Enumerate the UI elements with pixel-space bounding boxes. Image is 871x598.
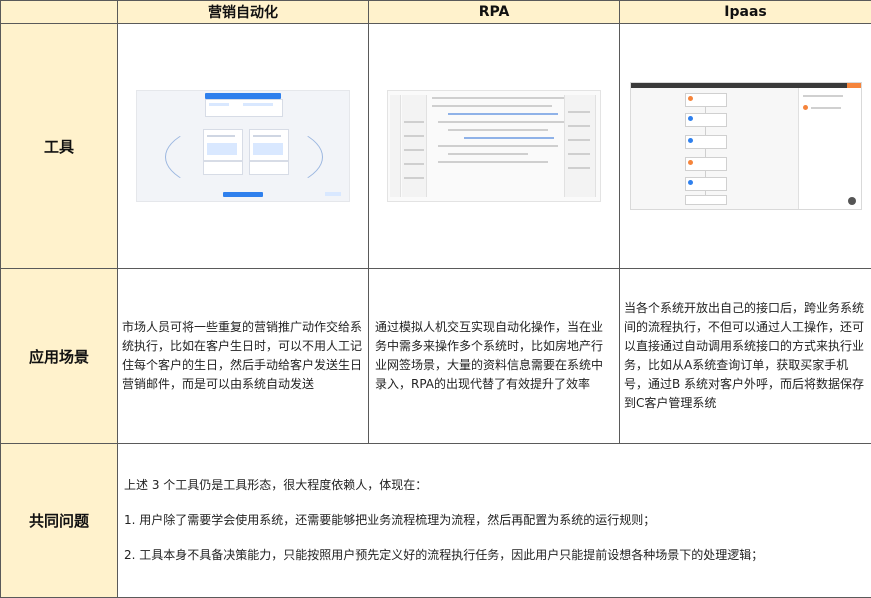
common-intro: 上述 3 个工具仍是工具形态，很大程度依赖人，体现在： (124, 478, 428, 492)
header-ipaas: Ipaas (619, 0, 871, 24)
ipaas-screenshot-cell (619, 23, 871, 269)
rpa-scenario: 通过模拟人机交互实现自动化操作，当在业务中需多来操作多个系统时，比如房地产行业网… (368, 268, 620, 444)
header-marketing-automation: 营销自动化 (117, 0, 369, 24)
row-label-common-issues: 共同问题 (0, 443, 118, 598)
common-issues: 上述 3 个工具仍是工具形态，很大程度依赖人，体现在： 1. 用户除了需要学会使… (117, 443, 871, 598)
ipaas-scenario-text: 当各个系统开放出自己的接口后，跨业务系统间的流程执行，不但可以通过人工操作，还可… (624, 301, 865, 410)
row-label-tools: 工具 (0, 23, 118, 269)
comparison-table: 营销自动化 RPA Ipaas 工具 应用场景 市场人员可将一些重复的营销推广动… (0, 0, 871, 598)
header-rpa: RPA (368, 0, 620, 24)
marketing-automation-screenshot (136, 90, 350, 202)
rpa-screenshot (387, 90, 601, 202)
rpa-screenshot-cell (368, 23, 620, 269)
ipaas-scenario: 当各个系统开放出自己的接口后，跨业务系统间的流程执行，不但可以通过人工操作，还可… (619, 268, 871, 444)
header-corner (0, 0, 118, 24)
ipaas-screenshot (629, 82, 862, 210)
row-label-scenarios: 应用场景 (0, 268, 118, 444)
common-point-2: 2. 工具本身不具备决策能力，只能按照用户预先定义好的流程执行任务，因此用户只能… (124, 548, 764, 562)
marketing-automation-screenshot-cell (117, 23, 369, 269)
marketing-automation-scenario: 市场人员可将一些重复的营销推广动作交给系统执行，比如在客户生日时，可以不用人工记… (117, 268, 369, 444)
common-point-1: 1. 用户除了需要学会使用系统，还需要能够把业务流程梳理为流程，然后再配置为系统… (124, 513, 656, 527)
